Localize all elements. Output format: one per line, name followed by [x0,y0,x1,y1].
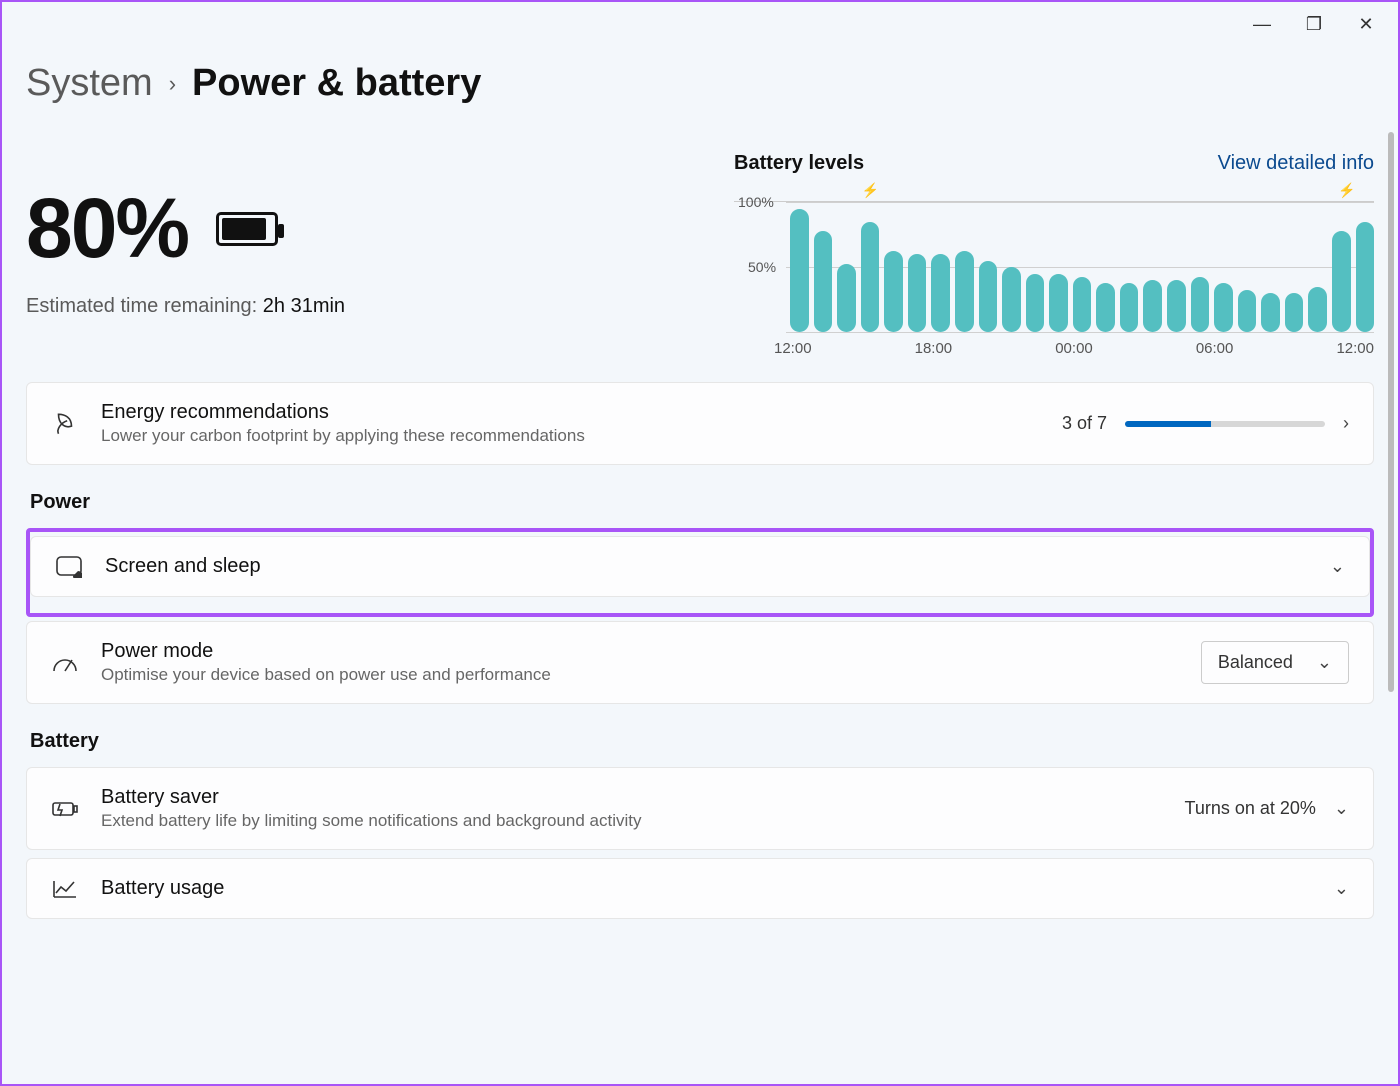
chart-bar [1238,290,1257,332]
chart-bar [1002,267,1021,332]
breadcrumb-parent[interactable]: System [26,62,153,105]
chart-bar [1285,293,1304,332]
chart-bar [814,231,833,332]
chart-bar [908,254,927,332]
battery-percent: 80% [26,180,188,277]
battery-saver-value: Turns on at 20% [1185,798,1316,819]
y-tick-50: 50% [748,259,776,275]
power-mode-sub: Optimise your device based on power use … [101,665,1179,685]
chevron-down-icon: ⌄ [1334,878,1349,899]
close-button[interactable]: ✕ [1354,14,1378,35]
maximize-button[interactable]: ❐ [1302,14,1326,35]
scrollbar[interactable] [1388,132,1394,1078]
power-mode-title: Power mode [101,640,1179,663]
chart-line-icon [51,879,79,899]
highlight-box: Screen and sleep ⌄ [26,528,1374,617]
battery-usage-title: Battery usage [101,877,1312,900]
power-mode-value: Balanced [1218,652,1293,673]
chart-bar [1120,283,1139,332]
x-tick: 18:00 [915,340,953,357]
power-mode-row[interactable]: Power mode Optimise your device based on… [26,621,1374,704]
x-tick: 12:00 [1336,340,1374,357]
chart-title: Battery levels [734,152,864,175]
battery-icon [216,212,278,246]
leaf-icon [51,411,79,437]
screen-sleep-title: Screen and sleep [105,555,1308,578]
x-tick: 06:00 [1196,340,1234,357]
section-power: Power [30,491,1374,514]
chart-bar [790,209,809,333]
chart-bar [1356,222,1375,333]
screen-sleep-icon [55,556,83,578]
y-tick-100: 100% [738,194,774,210]
chart-bar [884,251,903,332]
chevron-right-icon: › [169,71,176,97]
energy-title: Energy recommendations [101,401,1040,424]
chart-bar [1308,287,1327,333]
window-controls: — ❐ ✕ [1230,2,1398,47]
power-mode-select[interactable]: Balanced ⌄ [1201,641,1349,684]
minimize-button[interactable]: — [1250,14,1274,35]
energy-sub: Lower your carbon footprint by applying … [101,426,1040,446]
page-title: Power & battery [192,62,481,105]
estimate-value: 2h 31min [263,295,345,317]
battery-usage-row[interactable]: Battery usage ⌄ [26,858,1374,919]
charging-icon: ⚡ [862,182,879,199]
x-tick: 12:00 [774,340,812,357]
chevron-down-icon: ⌄ [1334,798,1349,819]
screen-and-sleep-row[interactable]: Screen and sleep ⌄ [30,536,1370,597]
chart-bar [1049,274,1068,333]
chart-bar [837,264,856,332]
chart-bar [979,261,998,333]
chart-bar [1261,293,1280,332]
battery-status: 80% Estimated time remaining: 2h 31min [26,152,345,381]
chart-bar [1167,280,1186,332]
chart-bar [1096,283,1115,332]
energy-recommendations-row[interactable]: Energy recommendations Lower your carbon… [26,382,1374,465]
view-detailed-link[interactable]: View detailed info [1218,152,1374,175]
section-battery: Battery [30,730,1374,753]
chart-bar [1332,231,1351,332]
chevron-down-icon: ⌄ [1330,556,1345,577]
battery-saver-title: Battery saver [101,786,1163,809]
chart-bar [1073,277,1092,332]
x-tick: 00:00 [1055,340,1093,357]
estimate-label: Estimated time remaining: [26,295,257,317]
breadcrumb: System › Power & battery [26,62,481,105]
chevron-down-icon: ⌄ [1317,652,1332,673]
battery-saver-icon [51,800,79,818]
chart-bar [1214,283,1233,332]
chart-bar [1026,274,1045,333]
battery-saver-row[interactable]: Battery saver Extend battery life by lim… [26,767,1374,850]
chart-bar [1143,280,1162,332]
battery-saver-sub: Extend battery life by limiting some not… [101,811,1163,831]
chart-bar [955,251,974,332]
chart-bar [1191,277,1210,332]
chevron-right-icon: › [1343,413,1349,434]
energy-count: 3 of 7 [1062,413,1107,434]
speedometer-icon [51,653,79,673]
chart-bar [861,222,880,333]
chart-bar [931,254,950,332]
energy-progress [1125,421,1325,427]
battery-chart: Battery levels View detailed info 100% 5… [734,152,1374,381]
charging-icon: ⚡ [1338,182,1355,199]
